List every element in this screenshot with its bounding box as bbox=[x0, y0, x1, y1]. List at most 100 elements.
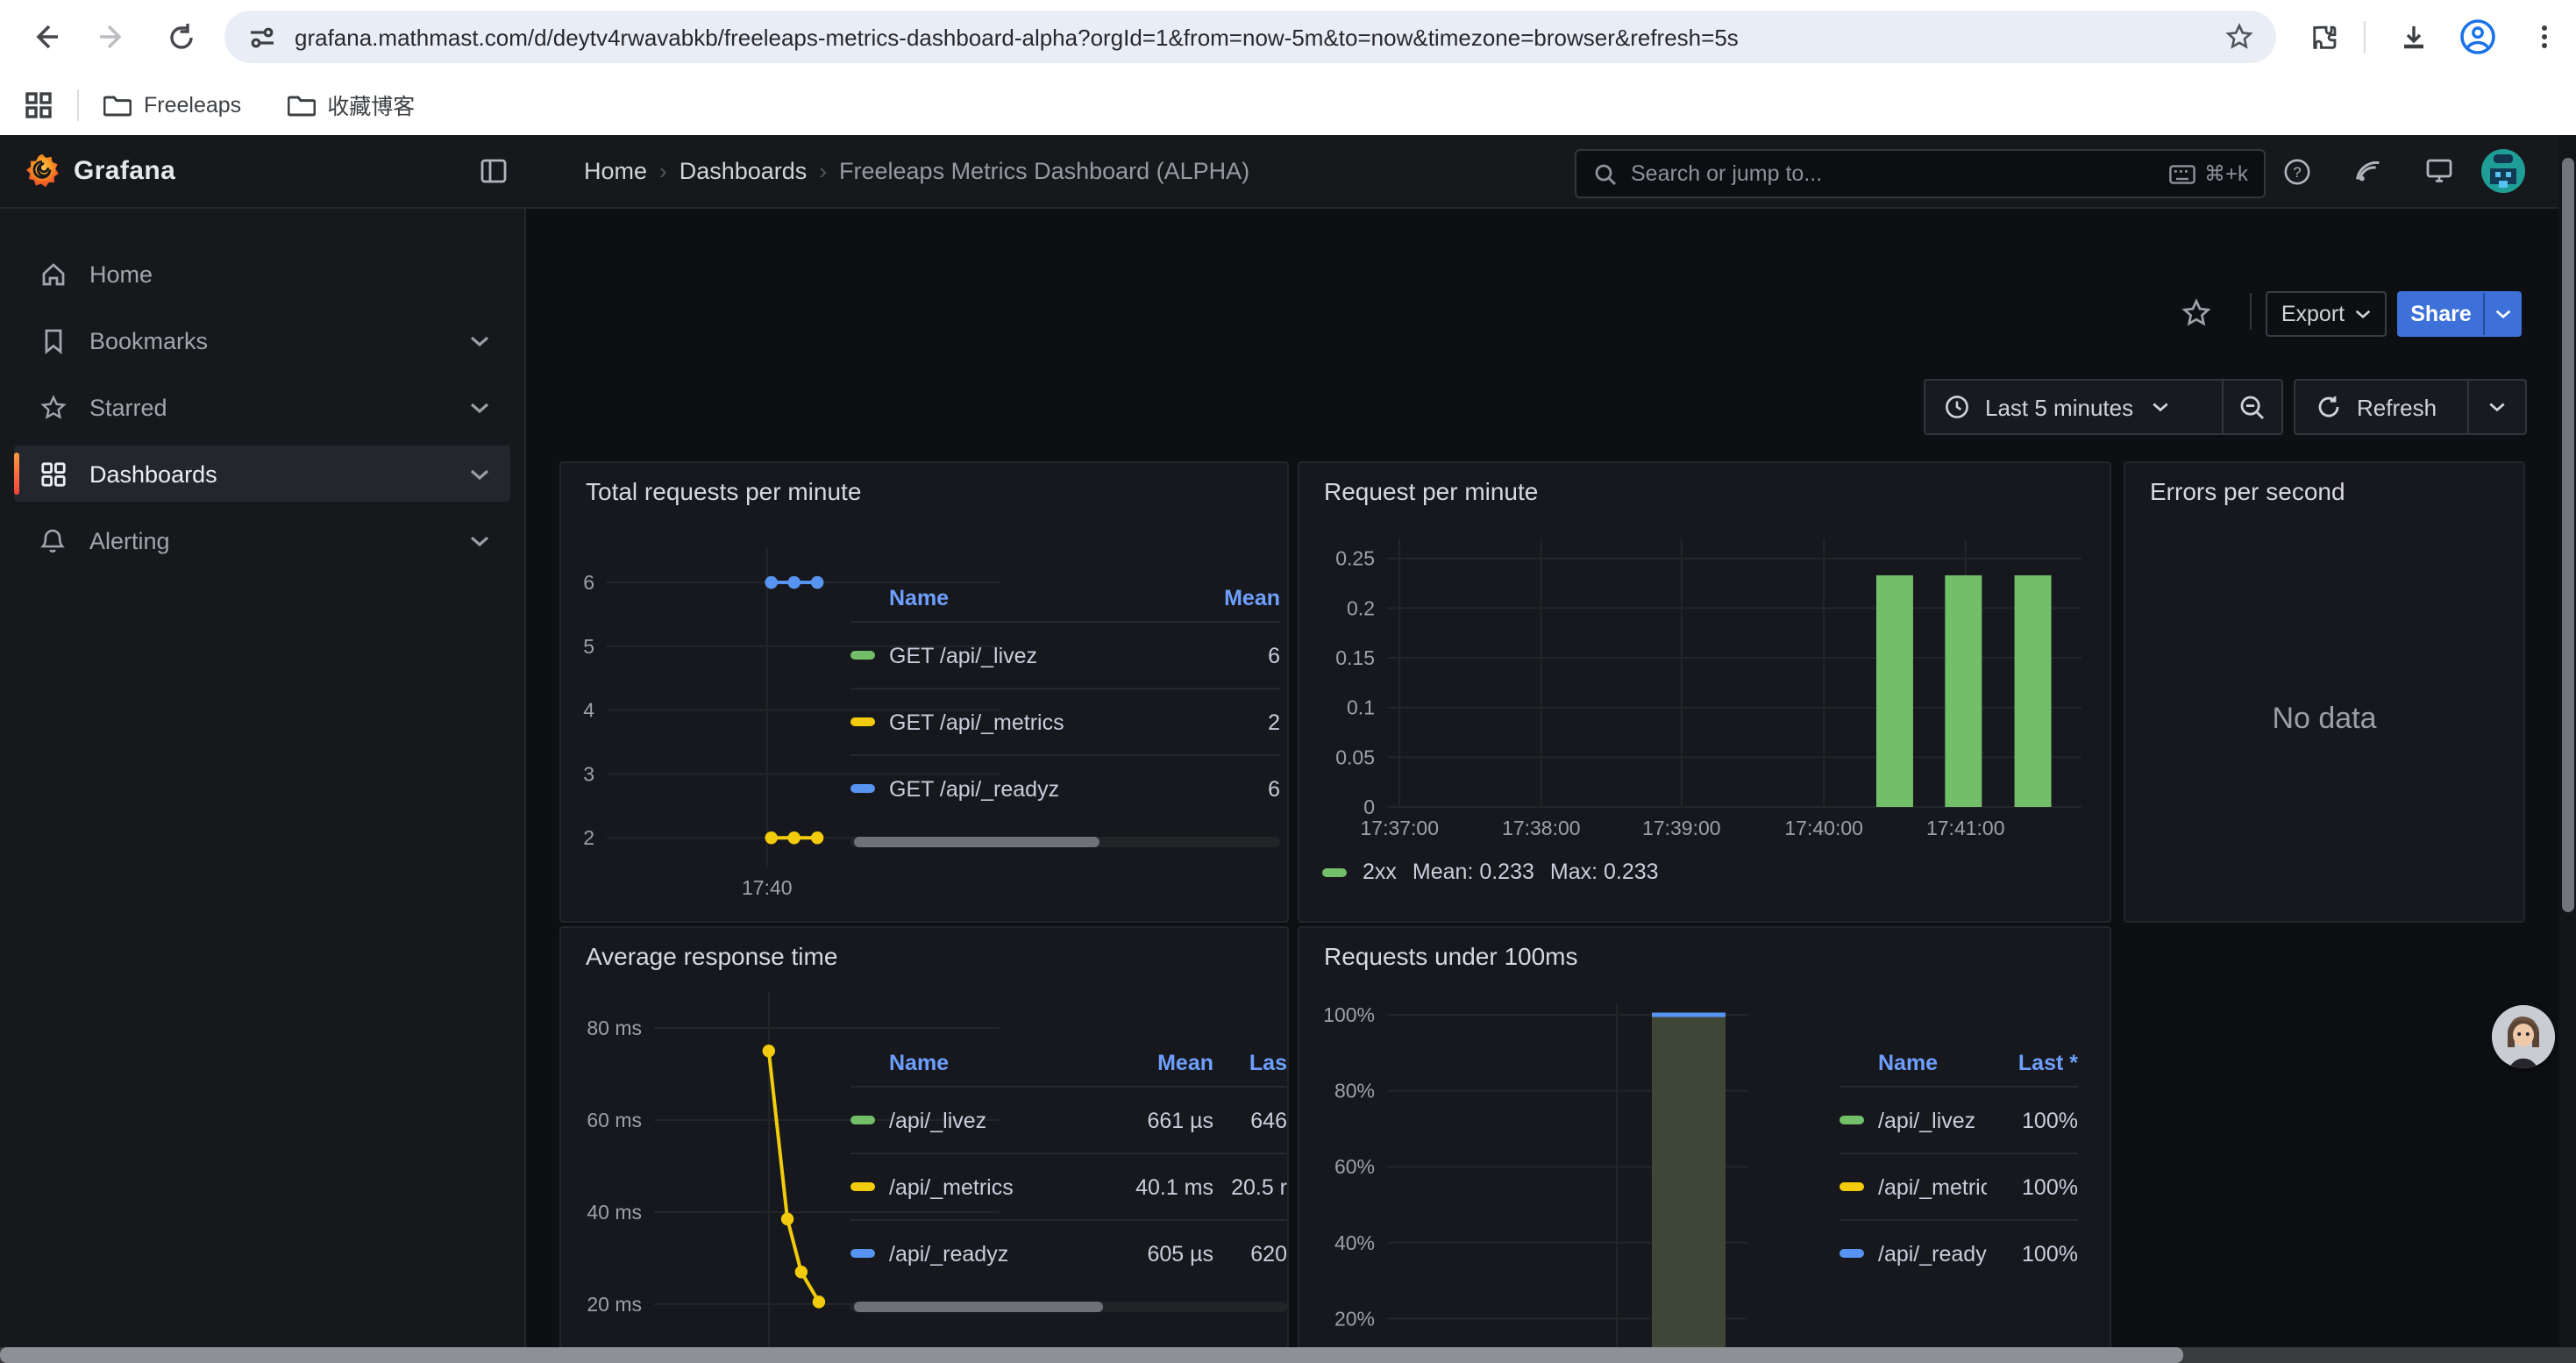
legend-row[interactable]: /api/_readyz 100% bbox=[1839, 1219, 2078, 1286]
panel-total-requests: Total requests per minute 2345617:40 Nam… bbox=[559, 461, 1289, 923]
floating-assistant-avatar[interactable] bbox=[2492, 1005, 2555, 1068]
sidebar-item-bookmarks[interactable]: Bookmarks bbox=[14, 312, 510, 368]
brand-name[interactable]: Grafana bbox=[74, 156, 175, 186]
bookmark-folder-blogs[interactable]: 收藏博客 bbox=[287, 88, 415, 121]
refresh-interval-button[interactable] bbox=[2469, 402, 2525, 412]
bookmarks-bar: Freeleaps 收藏博客 bbox=[0, 74, 2576, 135]
legend-header-name[interactable]: Name bbox=[850, 586, 1196, 610]
legend-row[interactable]: GET /api/_livez 6 bbox=[850, 621, 1280, 688]
refresh-button[interactable]: Refresh bbox=[2294, 379, 2527, 435]
legend-table: Name Mean Las /api/_livez 661 µs 646 /ap… bbox=[850, 1040, 1287, 1312]
legend-scrollbar-thumb[interactable] bbox=[854, 837, 1099, 847]
app-header: Grafana Home›Dashboards›Freeleaps Metric… bbox=[0, 135, 2576, 209]
reload-button[interactable] bbox=[156, 12, 205, 61]
site-info-icon[interactable] bbox=[249, 24, 275, 50]
extensions-button[interactable] bbox=[2299, 12, 2348, 61]
sidebar-item-starred[interactable]: Starred bbox=[14, 379, 510, 435]
share-menu-button[interactable] bbox=[2485, 309, 2520, 319]
legend-header-mean[interactable]: Mean bbox=[1115, 1051, 1213, 1075]
forward-arrow-icon bbox=[96, 21, 128, 53]
breadcrumb-current: Freeleaps Metrics Dashboard (ALPHA) bbox=[839, 158, 1249, 184]
chevron-down-icon bbox=[2494, 309, 2510, 319]
breadcrumb: Home›Dashboards›Freeleaps Metrics Dashbo… bbox=[584, 158, 1249, 184]
sidebar-item-home[interactable]: Home bbox=[14, 246, 510, 302]
series-swatch bbox=[850, 1116, 875, 1124]
horizontal-scrollbar-thumb[interactable] bbox=[0, 1347, 2183, 1363]
chevron-down-icon[interactable] bbox=[470, 534, 489, 546]
puzzle-icon bbox=[2309, 22, 2338, 52]
legend-inline[interactable]: 2xx Mean: 0.233 Max: 0.233 bbox=[1322, 860, 1659, 884]
legend-scrollbar-thumb[interactable] bbox=[854, 1302, 1103, 1312]
breadcrumb-dashboards[interactable]: Dashboards bbox=[680, 158, 808, 184]
legend-row[interactable]: /api/_livez 661 µs 646 bbox=[850, 1086, 1287, 1152]
bookmark-star-icon[interactable] bbox=[2225, 23, 2253, 51]
legend-header-name[interactable]: Name bbox=[1839, 1051, 1987, 1075]
svg-text:60 ms: 60 ms bbox=[587, 1109, 642, 1131]
dashboard-star-button[interactable] bbox=[2181, 298, 2211, 328]
display-mode-button[interactable] bbox=[2425, 158, 2453, 184]
vertical-scrollbar[interactable] bbox=[2558, 135, 2576, 1363]
browser-toolbar: grafana.mathmast.com/d/deytv4rwavabkb/fr… bbox=[0, 0, 2576, 74]
download-button[interactable] bbox=[2388, 12, 2437, 61]
forward-button[interactable] bbox=[88, 12, 137, 61]
legend-row[interactable]: /api/_livez 100% bbox=[1839, 1086, 2078, 1152]
series-swatch bbox=[850, 651, 875, 660]
legend-row[interactable]: /api/_metrics 100% bbox=[1839, 1152, 2078, 1219]
address-bar[interactable]: grafana.mathmast.com/d/deytv4rwavabkb/fr… bbox=[224, 11, 2276, 63]
bookmark-folder-freeleaps[interactable]: Freeleaps bbox=[103, 92, 241, 117]
back-button[interactable] bbox=[21, 12, 70, 61]
grafana-logo[interactable] bbox=[25, 153, 60, 189]
browser-menu-button[interactable] bbox=[2520, 12, 2569, 61]
legend-header-name[interactable]: Name bbox=[850, 1051, 1115, 1075]
svg-text:17:38:00: 17:38:00 bbox=[1502, 817, 1581, 839]
svg-text:17:40:00: 17:40:00 bbox=[1784, 817, 1863, 839]
breadcrumb-home[interactable]: Home bbox=[584, 158, 647, 184]
series-name[interactable]: 2xx bbox=[1363, 860, 1397, 884]
horizontal-scrollbar[interactable] bbox=[0, 1347, 2576, 1363]
legend-scrollbar[interactable] bbox=[850, 1302, 1287, 1312]
url-text[interactable]: grafana.mathmast.com/d/deytv4rwavabkb/fr… bbox=[295, 24, 1739, 50]
sidebar-item-alerting[interactable]: Alerting bbox=[14, 512, 510, 568]
zoom-out-icon bbox=[2239, 394, 2266, 420]
keyboard-icon bbox=[2169, 164, 2195, 183]
export-button[interactable]: Export bbox=[2266, 291, 2387, 337]
share-button[interactable]: Share bbox=[2397, 291, 2522, 337]
svg-text:20 ms: 20 ms bbox=[587, 1293, 642, 1316]
legend-row[interactable]: /api/_metrics 40.1 ms 20.5 r bbox=[850, 1152, 1287, 1219]
vertical-scrollbar-thumb[interactable] bbox=[2561, 158, 2573, 912]
help-button[interactable]: ? bbox=[2283, 158, 2311, 186]
legend-header-mean[interactable]: Mean bbox=[1196, 586, 1280, 610]
legend-scrollbar[interactable] bbox=[850, 837, 1280, 847]
sidebar-item-dashboards[interactable]: Dashboards bbox=[14, 446, 510, 502]
legend-row[interactable]: GET /api/_readyz 6 bbox=[850, 754, 1280, 821]
series-swatch bbox=[1839, 1182, 1864, 1191]
apps-grid-icon bbox=[25, 90, 53, 118]
panel-errors-per-second: Errors per second No data bbox=[2124, 461, 2525, 923]
legend-header-last[interactable]: Last * bbox=[1987, 1051, 2078, 1075]
refresh-label: Refresh bbox=[2357, 394, 2437, 420]
kebab-menu-icon bbox=[2532, 23, 2557, 51]
chevron-down-icon[interactable] bbox=[470, 467, 489, 480]
legend-row[interactable]: GET /api/_metrics 2 bbox=[850, 688, 1280, 754]
chevron-down-icon[interactable] bbox=[470, 334, 489, 346]
series-swatch bbox=[850, 717, 875, 726]
series-swatch bbox=[1839, 1249, 1864, 1258]
legend-header-last[interactable]: Las bbox=[1213, 1051, 1287, 1075]
zoom-out-button[interactable] bbox=[2224, 394, 2281, 420]
request-per-minute-chart[interactable]: 00.050.10.150.20.2517:37:0017:38:0017:39… bbox=[1299, 463, 2110, 921]
apps-grid-button[interactable] bbox=[25, 90, 53, 118]
legend-row[interactable]: /api/_readyz 605 µs 620 bbox=[850, 1219, 1287, 1286]
news-rss-button[interactable] bbox=[2355, 158, 2381, 184]
search-input[interactable]: Search or jump to... ⌘+k bbox=[1575, 149, 2266, 198]
user-avatar[interactable] bbox=[2481, 149, 2525, 193]
chevron-down-icon[interactable] bbox=[470, 401, 489, 413]
sidebar-toggle-button[interactable] bbox=[480, 158, 507, 184]
svg-text:?: ? bbox=[2293, 164, 2301, 181]
svg-text:80%: 80% bbox=[1334, 1080, 1375, 1103]
legend-table: Name Mean GET /api/_livez 6 GET /api/_me… bbox=[850, 575, 1280, 847]
svg-text:0.15: 0.15 bbox=[1335, 646, 1375, 669]
browser-profile-button[interactable] bbox=[2453, 12, 2502, 61]
monitor-icon bbox=[2425, 158, 2453, 184]
time-range-picker[interactable]: Last 5 minutes bbox=[1924, 379, 2283, 435]
panel-title[interactable]: Errors per second bbox=[2150, 477, 2345, 505]
